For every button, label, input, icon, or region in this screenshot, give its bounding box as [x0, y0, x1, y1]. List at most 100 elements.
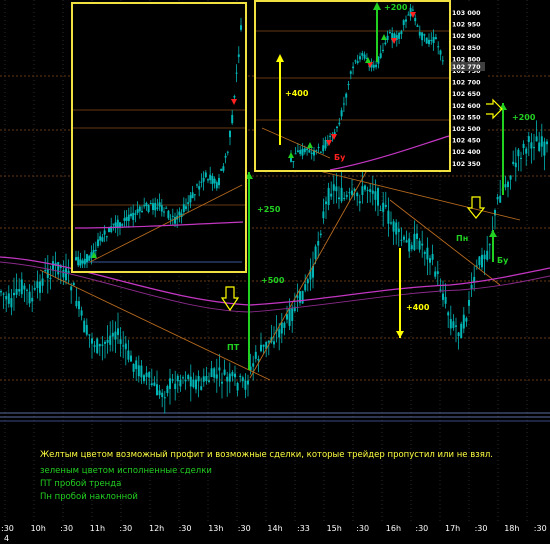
inset-right-candle-body: [384, 42, 387, 45]
inset-left-candle-body: [235, 72, 238, 74]
candle-body: [166, 386, 169, 394]
candle-body: [410, 245, 413, 250]
inset-right-candle-body: [375, 64, 378, 68]
inset-right-candle-body: [361, 53, 364, 56]
candle-body: [533, 147, 535, 149]
inset-left-candle-body: [191, 192, 194, 199]
candle-body: [540, 136, 543, 147]
inset-left-bg: [72, 3, 246, 272]
candle-body: [88, 334, 91, 336]
inset-right-candle-body: [421, 32, 424, 41]
inset-right-candle-body: [386, 35, 389, 40]
candle-body: [319, 233, 322, 236]
label-by-main: Бу: [497, 256, 509, 265]
inset-left-candle-body: [229, 130, 231, 138]
inset-right-candle-body: [347, 83, 350, 85]
candle-body: [351, 190, 353, 195]
inset-left-candle-body: [154, 202, 157, 211]
candle-body: [148, 372, 151, 378]
candle-body: [221, 381, 223, 384]
x-axis-tick: 16h: [385, 524, 402, 533]
inset-right-candle-body: [434, 37, 437, 40]
candle-body: [184, 379, 187, 382]
candle-body: [78, 301, 80, 310]
inset-left-candle-body: [211, 175, 214, 185]
candle-body: [377, 188, 379, 206]
inset-right-candle-body: [303, 148, 306, 153]
x-axis-tick: :30: [237, 524, 251, 533]
inset-left-candle-body: [99, 236, 102, 241]
candle-body: [418, 240, 421, 250]
candle-body: [262, 344, 265, 347]
inset-left-candle-body: [196, 184, 198, 186]
inset-right-candle-body: [416, 25, 419, 27]
candle-body: [20, 279, 23, 295]
candle-body: [130, 355, 132, 362]
candle-body: [535, 136, 538, 142]
candle-body: [18, 289, 21, 292]
legend: Желтым цветом возможный профит и возможн…: [0, 438, 550, 524]
candle-body: [91, 338, 93, 344]
inset-right-y-tick: 102 400: [452, 149, 481, 156]
inset-left-candle-body: [198, 186, 201, 190]
candle-body: [49, 277, 52, 280]
candle-body: [348, 192, 351, 194]
inset-right-candle-body: [359, 56, 361, 60]
inset-left-candle-body: [163, 211, 165, 213]
label-plus250: +250: [257, 205, 281, 214]
inset-left-candle-body: [123, 218, 126, 221]
inset-right-candle-body: [411, 9, 414, 11]
candle-body: [317, 240, 320, 246]
inset-right-candle-body: [349, 71, 352, 74]
inset-right-candle-body: [388, 32, 391, 34]
candle-body: [338, 197, 340, 200]
candle-body: [322, 211, 325, 219]
candle-body: [442, 293, 444, 300]
candle-body: [57, 262, 60, 275]
candle-body: [447, 312, 450, 316]
inset-right-y-tick: 102 550: [452, 114, 481, 121]
candle-body: [109, 335, 112, 345]
candle-body: [122, 345, 125, 347]
candle-body: [358, 201, 361, 204]
inset-right-candle-body: [425, 37, 428, 44]
candle-body: [361, 186, 364, 195]
inset-left-candle-body: [97, 239, 99, 247]
candle-body: [236, 383, 239, 391]
candle-body: [278, 329, 281, 338]
candle-body: [325, 201, 327, 204]
candle-body: [179, 380, 182, 387]
candle-body: [527, 136, 530, 143]
inset-left-candle-body: [218, 178, 220, 186]
candle-body: [189, 376, 192, 387]
candle-body: [371, 190, 374, 194]
candle-body: [413, 233, 416, 250]
candle-body: [457, 332, 460, 337]
inset-left-candle-body: [178, 211, 181, 216]
inset-left-candle-body: [189, 195, 192, 203]
candle-body: [486, 250, 489, 260]
candle-body: [210, 368, 213, 378]
candle-body: [192, 379, 195, 388]
candle-body: [267, 340, 270, 343]
candle-body: [364, 185, 366, 190]
candle-body: [228, 373, 231, 382]
candle-body: [449, 319, 452, 329]
candle-body: [208, 380, 210, 382]
x-axis-tick: 10h: [30, 524, 46, 533]
inset-right-candle-body: [402, 20, 405, 25]
candle-body: [462, 314, 465, 329]
inset-left-candle-body: [167, 210, 170, 219]
candle-body: [390, 222, 392, 224]
candle-body: [176, 375, 179, 382]
candle-body: [522, 143, 525, 149]
candle-body: [530, 142, 533, 149]
x-axis-bottom-label: 4: [4, 534, 10, 543]
candle-body: [356, 192, 359, 197]
inset-right-candle-body: [354, 60, 357, 62]
inset-right-y-tick: 102 450: [452, 138, 481, 145]
candle-body: [213, 368, 216, 378]
inset-left-candle-body: [147, 205, 150, 213]
inset-right-candle-body: [423, 34, 426, 36]
x-axis-tick: 15h: [326, 524, 342, 533]
